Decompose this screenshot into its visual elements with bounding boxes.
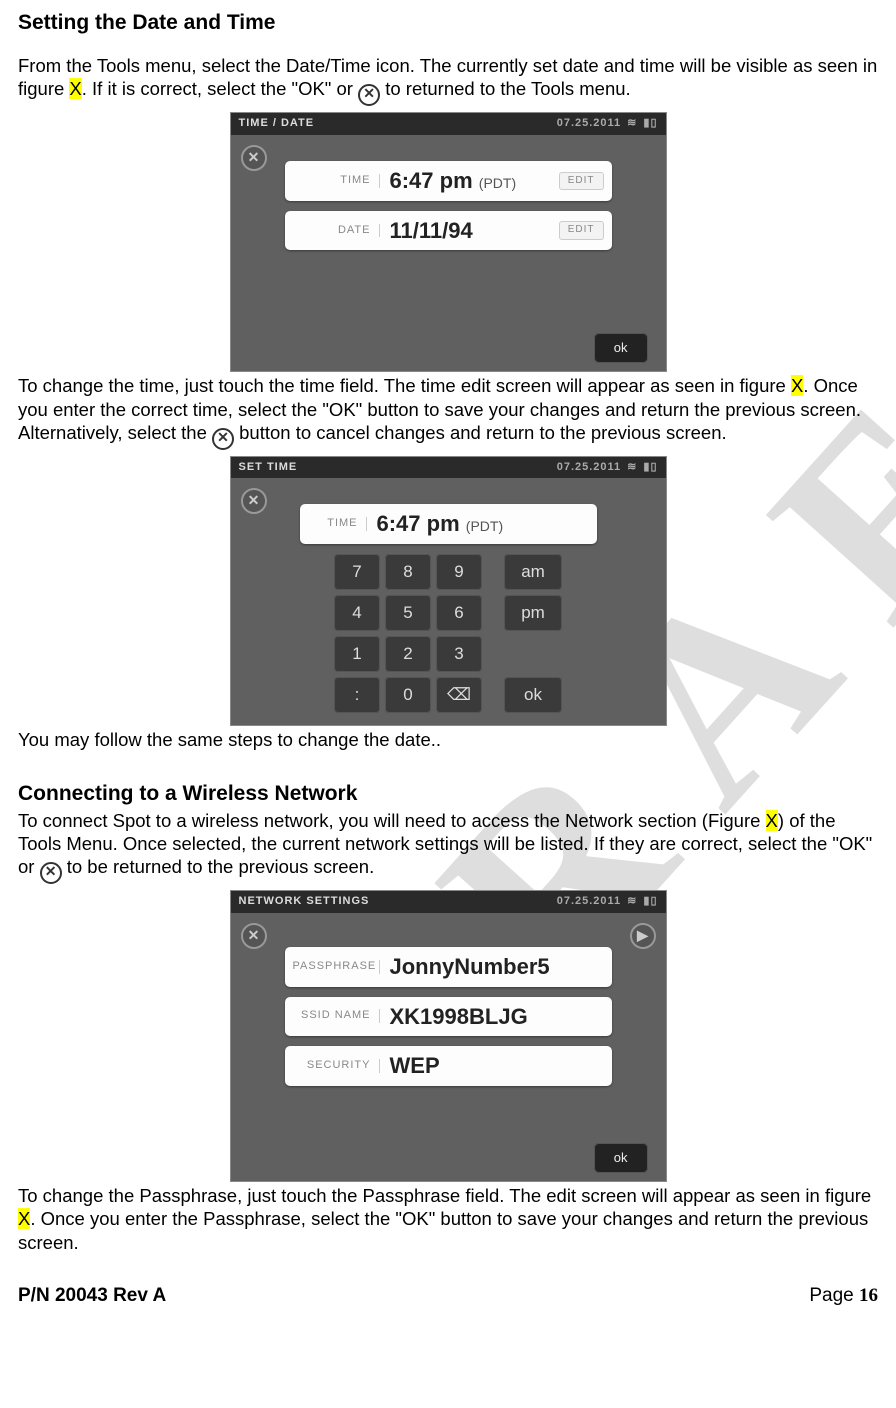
text: Page [809,1285,859,1306]
text: 6:47 pm [377,511,460,536]
time-label: TIME [308,517,367,531]
key-3[interactable]: 3 [436,636,482,672]
text: to returned to the Tools menu. [380,78,631,99]
heading-wireless: Connecting to a Wireless Network [18,781,878,807]
close-icon: ✕ [40,862,62,884]
text: to be returned to the previous screen. [62,856,375,877]
edit-date-button[interactable]: EDIT [559,221,604,240]
text: To change the time, just touch the time … [18,375,791,396]
timezone: (PDT) [466,518,503,534]
screenshot-set-time: SET TIME 07.25.2011≋▮▯ ✕ TIME 6:47 pm (P… [230,456,667,726]
ssid-label: SSID NAME [293,1009,380,1023]
key-am[interactable]: am [504,554,562,590]
figure-ref: X [18,1208,30,1229]
close-button[interactable]: ✕ [241,923,267,949]
time-label: TIME [293,174,380,188]
key-0[interactable]: 0 [385,677,431,713]
battery-icon: ▮▯ [643,895,657,907]
ok-button[interactable]: ok [594,1143,648,1173]
text: button to cancel changes and return to t… [234,422,727,443]
key-backspace[interactable]: ⌫ [436,677,482,713]
date-value: 11/11/94 [380,217,559,245]
screen-title: NETWORK SETTINGS [239,895,370,909]
titlebar: TIME / DATE 07.25.2011 ≋ ▮▯ [231,113,666,135]
close-icon: ✕ [358,84,380,106]
security-field[interactable]: SECURITY WEP [285,1046,612,1086]
key-5[interactable]: 5 [385,595,431,631]
close-icon: ✕ [212,428,234,450]
key-2[interactable]: 2 [385,636,431,672]
screenshot-network: NETWORK SETTINGS 07.25.2011 ≋ ▮▯ ✕ ▶ PASSP… [230,890,667,1182]
close-button[interactable]: ✕ [241,488,267,514]
key-colon[interactable]: : [334,677,380,713]
time-value: 6:47 pm (PDT) [380,167,559,195]
text: To change the Passphrase, just touch the… [18,1185,871,1206]
close-button[interactable]: ✕ [241,145,267,171]
key-4[interactable]: 4 [334,595,380,631]
security-value: WEP [380,1052,604,1080]
ok-button[interactable]: ok [504,677,562,713]
wifi-icon: ≋ [627,117,637,129]
key-8[interactable]: 8 [385,554,431,590]
text: 6:47 pm [390,168,473,193]
text: . Once you enter the Passphrase, select … [18,1208,868,1252]
next-button[interactable]: ▶ [630,923,656,949]
figure-ref: X [766,810,778,831]
date-label: DATE [293,224,380,238]
paragraph-2: To change the time, just touch the time … [18,374,878,449]
part-number: P/N 20043 Rev A [18,1284,166,1308]
keypad: 7 8 9 4 5 6 1 2 3 : 0 ⌫ am pm ok [245,554,652,713]
screen-title: SET TIME [239,461,298,475]
wifi-icon: ≋ [627,895,637,907]
key-1[interactable]: 1 [334,636,380,672]
paragraph-3: You may follow the same steps to change … [18,728,878,751]
figure-ref: X [69,78,81,99]
key-7[interactable]: 7 [334,554,380,590]
paragraph-4: To connect Spot to a wireless network, y… [18,809,878,884]
titlebar: SET TIME 07.25.2011 ≋ ▮▯ [231,457,666,479]
figure-ref: X [791,375,803,396]
status-date: 07.25.2011 [557,117,621,129]
screen-title: TIME / DATE [239,117,315,131]
edit-time-button[interactable]: EDIT [559,172,604,191]
passphrase-field[interactable]: PASSPHRASE JonnyNumber5 [285,947,612,987]
passphrase-value: JonnyNumber5 [380,953,604,981]
time-field[interactable]: TIME 6:47 pm (PDT) EDIT [285,161,612,201]
spacer [504,636,562,672]
text: To connect Spot to a wireless network, y… [18,810,766,831]
ssid-value: XK1998BLJG [380,1003,604,1031]
paragraph-1: From the Tools menu, select the Date/Tim… [18,54,878,106]
page-footer: P/N 20043 Rev A Page 16 [18,1284,878,1308]
key-pm[interactable]: pm [504,595,562,631]
text: . If it is correct, select the "OK" or [82,78,358,99]
number-keys: 7 8 9 4 5 6 1 2 3 : 0 ⌫ [334,554,482,713]
page-number: Page 16 [809,1284,878,1308]
ok-button[interactable]: ok [594,333,648,363]
wifi-icon: ≋ [627,461,637,473]
date-field[interactable]: DATE 11/11/94 EDIT [285,211,612,251]
paragraph-5: To change the Passphrase, just touch the… [18,1184,878,1253]
battery-icon: ▮▯ [643,117,657,129]
status-date: 07.25.2011 [557,895,621,907]
time-field[interactable]: TIME 6:47 pm (PDT) [300,504,597,544]
heading-date-time: Setting the Date and Time [18,10,878,36]
battery-icon: ▮▯ [643,461,657,473]
titlebar: NETWORK SETTINGS 07.25.2011 ≋ ▮▯ [231,891,666,913]
security-label: SECURITY [293,1059,380,1073]
page-num: 16 [859,1285,878,1306]
ssid-field[interactable]: SSID NAME XK1998BLJG [285,997,612,1037]
passphrase-label: PASSPHRASE [293,960,380,974]
key-6[interactable]: 6 [436,595,482,631]
status-date: 07.25.2011 [557,461,621,473]
screenshot-time-date: TIME / DATE 07.25.2011 ≋ ▮▯ ✕ TIME 6:47 pm… [230,112,667,372]
ampm-keys: am pm ok [504,554,562,713]
key-9[interactable]: 9 [436,554,482,590]
time-value: 6:47 pm (PDT) [367,510,589,538]
timezone: (PDT) [479,175,516,191]
